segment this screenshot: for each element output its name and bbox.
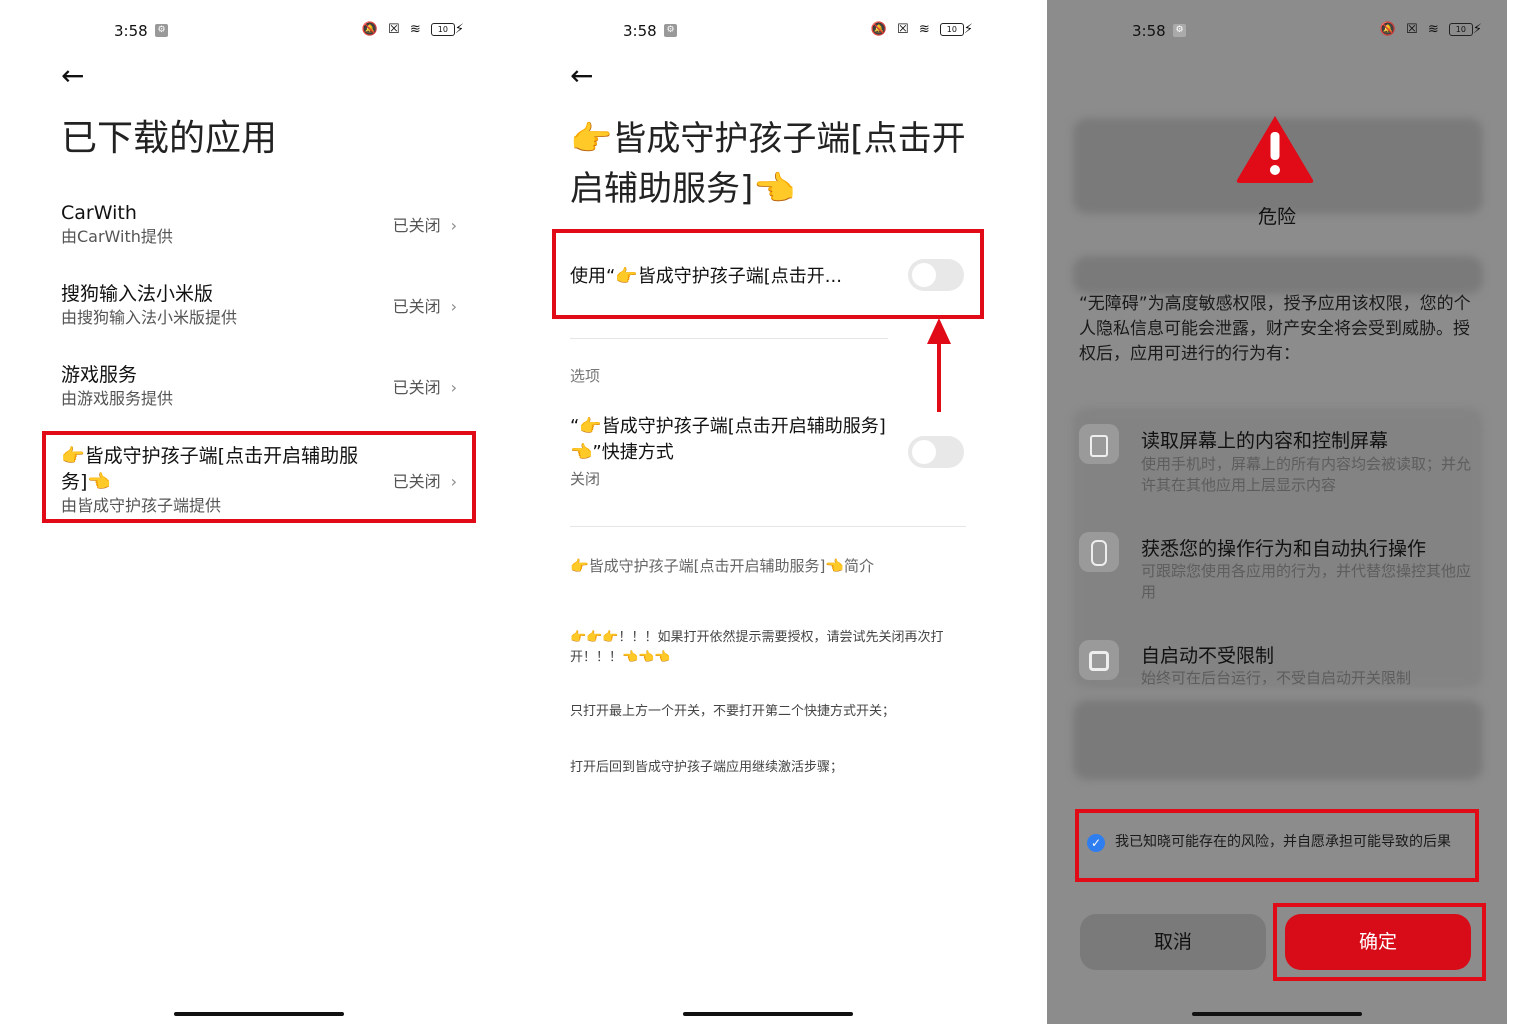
wrench-icon: ⚙: [664, 24, 677, 37]
accessibility-service-screen: 3:58 ⚙ 🔕 ☒ ≋ 10 ⚡ ← 👉皆成守护孩子端[点击开启辅助服务]👈 使…: [538, 0, 998, 1024]
options-label: 选项: [570, 367, 601, 385]
screen-phone-icon: [1079, 424, 1119, 464]
battery-icon: 10: [939, 23, 964, 36]
app-state: 已关闭 ›: [392, 378, 457, 397]
app-row-sogou[interactable]: 搜狗输入法小米版 由搜狗输入法小米版提供 已关闭 ›: [61, 281, 457, 329]
page-title: 已下载的应用: [61, 118, 278, 159]
page-title: 👉皆成守护孩子端[点击开启辅助服务]👈: [570, 119, 966, 209]
permission-desc: 可跟踪您使用各应用的行为，并代替您操控其他应用: [1141, 562, 1472, 601]
back-arrow-icon[interactable]: ←: [570, 62, 593, 90]
status-icons: 🔕 ☒ ≋ 10 ⚡: [1379, 22, 1485, 37]
permission-title: 自启动不受限制: [1141, 645, 1275, 667]
status-bar: 3:58 ⚙ 🔕 ☒ ≋ 10 ⚡: [538, 22, 998, 42]
highlight-box: [1075, 809, 1479, 882]
blurred-background: [1073, 256, 1483, 294]
note-retry: 👉👉👉！！！如果打开依然提示需要授权，请尝试先关闭再次打开！！！👈👈👈: [570, 630, 944, 665]
downloaded-apps-screen: 3:58 ⚙ 🔕 ☒ ≋ 10 ⚡ ← 已下载的应用 CarWith 由CarWi…: [29, 0, 489, 1024]
permission-title: 读取屏幕上的内容和控制屏幕: [1141, 430, 1389, 452]
blurred-background: [1073, 700, 1483, 780]
chevron-right-icon: ›: [450, 297, 457, 316]
warning-text: “无障碍”为高度敏感权限，授予应用该权限，您的个人隐私信息可能会泄露，财产安全将…: [1079, 294, 1471, 364]
permission-desc: 始终可在后台运行，不受自启动开关限制: [1141, 669, 1412, 687]
status-icons: 🔕 ☒ ≋ 10 ⚡: [870, 22, 976, 37]
wrench-icon: ⚙: [155, 24, 168, 37]
status-time: 3:58: [114, 22, 148, 40]
permission-desc: 使用手机时，屏幕上的所有内容均会被读取；并允许其在其他应用上层显示内容: [1141, 455, 1472, 494]
app-state: 已关闭 ›: [392, 216, 457, 235]
home-indicator: [174, 1012, 344, 1016]
battery-icon: 10: [430, 23, 455, 36]
danger-title: 危险: [1257, 206, 1296, 228]
status-time: 3:58: [623, 22, 657, 40]
status-bar: 3:58 ⚙ 🔕 ☒ ≋ 10 ⚡: [1047, 22, 1507, 42]
note-return-to-app: 打开后回到皆成守护孩子端应用继续激活步骤；: [570, 760, 844, 775]
status-bar: 3:58 ⚙ 🔕 ☒ ≋ 10 ⚡: [29, 22, 489, 42]
divider: [570, 338, 888, 339]
shortcut-state: 关闭: [570, 470, 601, 488]
app-row-game-service[interactable]: 游戏服务 由游戏服务提供 已关闭 ›: [61, 362, 457, 410]
note-only-top-switch: 只打开最上方一个开关，不要打开第二个快捷方式开关；: [570, 704, 896, 719]
status-icons: 🔕 ☒ ≋ 10 ⚡: [361, 22, 467, 37]
warning-triangle-icon: [1236, 116, 1314, 183]
app-row-carwith[interactable]: CarWith 由CarWith提供 已关闭 ›: [61, 200, 457, 248]
intro-title: 👉皆成守护孩子端[点击开启辅助服务]👈简介: [570, 557, 875, 575]
wrench-icon: ⚙: [1173, 24, 1186, 37]
shortcut-label: “👉皆成守护孩子端[点击开启辅助服务]👈”快捷方式: [570, 416, 886, 463]
danger-dialog-screen: 3:58 ⚙ 🔕 ☒ ≋ 10 ⚡ 危险 “无障碍”为高度敏感权限，授予应用该权限…: [1047, 0, 1507, 1024]
permission-title: 获悉您的操作行为和自动执行操作: [1141, 538, 1427, 560]
chevron-right-icon: ›: [450, 216, 457, 235]
shortcut-toggle[interactable]: [908, 436, 964, 468]
app-state: 已关闭 ›: [392, 297, 457, 316]
divider: [570, 526, 966, 527]
highlight-box: [42, 431, 476, 523]
status-time: 3:58: [1132, 22, 1166, 40]
back-arrow-icon[interactable]: ←: [61, 62, 84, 90]
battery-icon: 10: [1448, 23, 1473, 36]
cancel-button[interactable]: 取消: [1080, 914, 1266, 970]
home-indicator: [683, 1012, 853, 1016]
touch-hand-icon: [1079, 532, 1119, 572]
chevron-right-icon: ›: [450, 378, 457, 397]
highlight-box: [1273, 903, 1486, 981]
autostart-icon: [1079, 640, 1119, 680]
home-indicator: [1192, 1012, 1362, 1016]
highlight-box: [552, 229, 984, 319]
